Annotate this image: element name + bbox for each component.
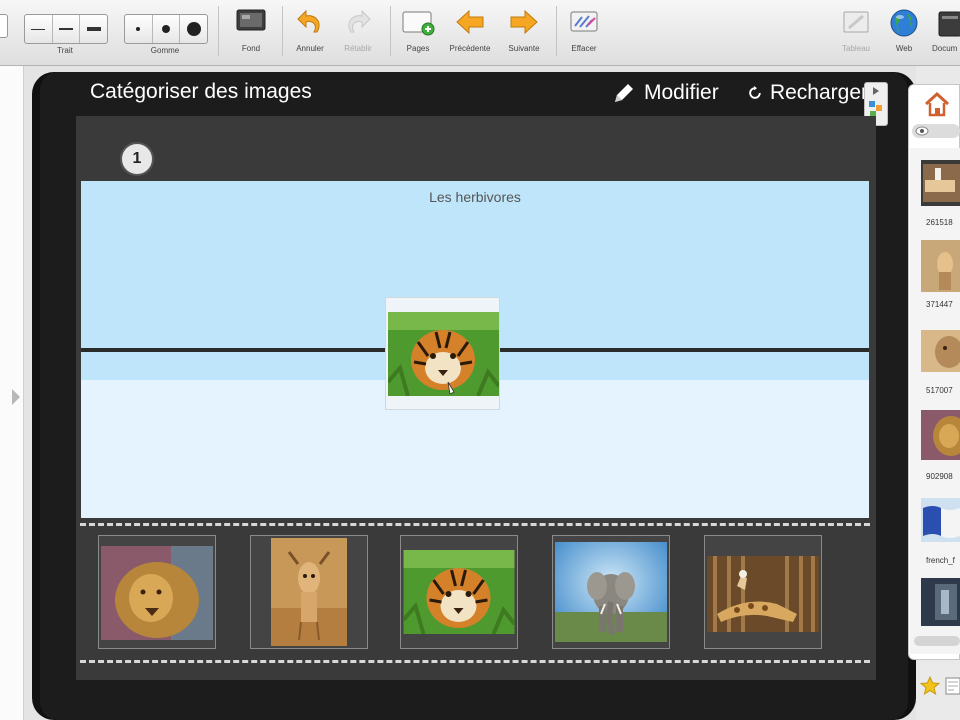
background-button[interactable]: Fond bbox=[223, 4, 279, 60]
library-item-4-name: 902908 bbox=[926, 472, 953, 481]
tray-image-elephant[interactable] bbox=[552, 535, 670, 649]
line-medium-option[interactable] bbox=[53, 15, 81, 43]
reload-label: Recharger bbox=[769, 81, 868, 104]
eraser-small-option[interactable] bbox=[125, 15, 153, 43]
precedente-label: Précédente bbox=[449, 44, 491, 53]
library-thumb-3[interactable] bbox=[921, 330, 960, 372]
tray-bottom-dashed-border bbox=[80, 660, 870, 663]
retablir-label: Rétablir bbox=[344, 44, 372, 53]
collapse-left-icon[interactable] bbox=[12, 389, 20, 405]
arrow-right-icon bbox=[510, 9, 538, 35]
line-thin-option[interactable] bbox=[25, 15, 53, 43]
right-panel-footer bbox=[916, 664, 960, 720]
zoom-slider[interactable] bbox=[912, 124, 960, 138]
main-toolbar: Trait Gomme Fond Annuler Rétablir Pages … bbox=[0, 0, 960, 66]
next-page-button[interactable]: Suivante bbox=[496, 4, 552, 60]
fond-label: Fond bbox=[241, 44, 261, 53]
eraser-size-selector[interactable] bbox=[124, 14, 208, 44]
library-scrollbar[interactable] bbox=[914, 636, 960, 646]
giraffe-image bbox=[707, 556, 819, 632]
library-thumb-6[interactable] bbox=[921, 578, 960, 626]
library-thumb-4[interactable] bbox=[921, 410, 960, 460]
undo-icon bbox=[297, 9, 320, 33]
tray-top-dashed-border bbox=[80, 523, 870, 526]
clear-icon bbox=[570, 11, 598, 32]
board-icon bbox=[843, 11, 869, 33]
edit-label: Modifier bbox=[644, 81, 719, 104]
lion-image bbox=[101, 546, 213, 640]
dragged-image-card[interactable] bbox=[385, 297, 500, 410]
edit-button[interactable]: Modifier bbox=[612, 78, 719, 108]
tiger-image bbox=[403, 550, 515, 634]
add-page-icon bbox=[402, 11, 435, 36]
home-button[interactable] bbox=[922, 90, 952, 123]
gomme-label: Gomme bbox=[150, 46, 180, 55]
pencil-icon bbox=[615, 84, 633, 102]
eraser-medium-option[interactable] bbox=[153, 15, 181, 43]
library-item-2-name: 371447 bbox=[926, 300, 953, 309]
redo-icon bbox=[348, 9, 371, 33]
line-thick-option[interactable] bbox=[80, 15, 107, 43]
line-width-group: Trait bbox=[22, 6, 108, 62]
reload-button[interactable]: Recharger bbox=[748, 78, 868, 108]
tray-image-giraffe[interactable] bbox=[704, 535, 822, 649]
star-icon[interactable] bbox=[920, 676, 940, 696]
reload-icon bbox=[749, 86, 761, 99]
tray-image-tiger[interactable] bbox=[400, 535, 518, 649]
toolbar-separator bbox=[218, 6, 219, 56]
tray-image-lion[interactable] bbox=[98, 535, 216, 649]
library-thumb-2[interactable] bbox=[921, 240, 960, 292]
clear-button[interactable]: Effacer bbox=[556, 4, 612, 60]
trait-label: Trait bbox=[57, 46, 73, 55]
documents-label: Docum bbox=[932, 44, 958, 53]
eraser-size-group: Gomme bbox=[122, 6, 208, 62]
documents-button[interactable]: Docum bbox=[924, 4, 960, 60]
elephant-image bbox=[555, 542, 667, 642]
tray-image-gazelle[interactable] bbox=[250, 535, 368, 649]
line-width-selector[interactable] bbox=[24, 14, 108, 44]
arrow-left-icon bbox=[456, 9, 484, 35]
suivante-label: Suivante bbox=[508, 44, 540, 53]
library-item-3-name: 517007 bbox=[926, 386, 953, 395]
document-icon[interactable] bbox=[944, 676, 960, 696]
globe-icon bbox=[890, 9, 918, 37]
partial-tool-icon[interactable] bbox=[0, 14, 8, 38]
zone-herbivores-label: Les herbivores bbox=[429, 189, 521, 205]
library-thumb-5[interactable] bbox=[921, 498, 960, 542]
previous-page-button[interactable]: Précédente bbox=[442, 4, 498, 60]
documents-icon bbox=[938, 11, 960, 37]
library-item-1-name: 261518 bbox=[926, 218, 953, 227]
step-number-badge: 1 bbox=[120, 142, 154, 176]
redo-button[interactable]: Rétablir bbox=[330, 4, 386, 60]
pages-label: Pages bbox=[406, 44, 430, 53]
activity-title: Catégoriser des images bbox=[90, 80, 312, 103]
home-icon bbox=[924, 91, 950, 117]
library-item-5-name: french_f bbox=[926, 556, 955, 565]
tiger-image bbox=[388, 312, 499, 396]
pages-button[interactable]: Pages bbox=[390, 4, 446, 60]
eye-icon bbox=[915, 126, 929, 136]
effacer-label: Effacer bbox=[571, 44, 597, 53]
library-thumb-1[interactable] bbox=[921, 160, 960, 206]
eraser-large-option[interactable] bbox=[180, 15, 207, 43]
gazelle-image bbox=[271, 538, 347, 646]
background-icon bbox=[236, 9, 266, 31]
